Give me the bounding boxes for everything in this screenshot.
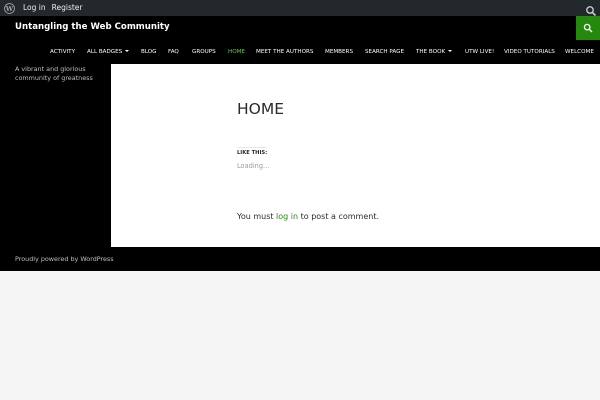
nav-item-the-book[interactable]: THE BOOK [416, 46, 453, 58]
nav-item-meet-the-authors[interactable]: MEET THE AUTHORS [256, 46, 313, 58]
nav-item-faq[interactable]: FAQ [168, 46, 179, 58]
site-title[interactable]: Untangling the Web Community [15, 22, 170, 32]
site-header: Untangling the Web Community ACTIVITY AL… [0, 16, 600, 64]
login-link[interactable]: Log in [23, 0, 46, 16]
site-tagline: A vibrant and glorious community of grea… [15, 65, 93, 82]
svg-text:W: W [4, 4, 13, 12]
comment-suffix: to post a comment. [300, 212, 380, 221]
footer-credit-link[interactable]: Proudly powered by WordPress [15, 255, 114, 263]
nav-item-members[interactable]: MEMBERS [325, 46, 353, 58]
site-footer: Proudly powered by WordPress [0, 247, 600, 271]
search-icon[interactable] [585, 2, 597, 17]
caret-down-icon [448, 50, 453, 52]
nav-item-welcome[interactable]: WELCOME [565, 46, 594, 58]
nav-item-all-badges[interactable]: ALL BADGES [87, 46, 130, 58]
caret-down-icon [125, 50, 130, 52]
search-icon [583, 23, 593, 33]
login-link[interactable]: log in [276, 212, 298, 221]
nav-item-label: ALL BADGES [87, 49, 123, 55]
nav-item-home[interactable]: HOME [228, 46, 245, 58]
main-content: HOME LIKE THIS: Loading... You must log … [111, 64, 600, 247]
nav-item-search-page[interactable]: SEARCH PAGE [365, 46, 404, 58]
like-heading: LIKE THIS: [237, 147, 268, 156]
primary-nav: ACTIVITY ALL BADGES BLOG FAQ GROUPS HOME… [0, 46, 600, 58]
register-link[interactable]: Register [52, 0, 83, 16]
comment-login-notice: You must log in to post a comment. [237, 212, 379, 221]
nav-item-label: THE BOOK [416, 49, 446, 55]
admin-bar: W Log in Register [0, 0, 600, 17]
nav-item-blog[interactable]: BLOG [141, 46, 157, 58]
nav-item-activity[interactable]: ACTIVITY [50, 46, 75, 58]
nav-item-groups[interactable]: GROUPS [192, 46, 216, 58]
nav-item-utw-live[interactable]: UTW LIVE! [465, 46, 494, 58]
nav-item-video-tutorials[interactable]: VIDEO TUTORIALS [504, 46, 555, 58]
page-title: HOME [237, 100, 285, 118]
comment-prefix: You must [237, 212, 274, 221]
loading-text: Loading... [237, 162, 270, 170]
sidebar: A vibrant and glorious community of grea… [0, 64, 111, 247]
search-toggle-button[interactable] [576, 16, 600, 40]
wordpress-logo-icon[interactable]: W [1, 0, 17, 16]
